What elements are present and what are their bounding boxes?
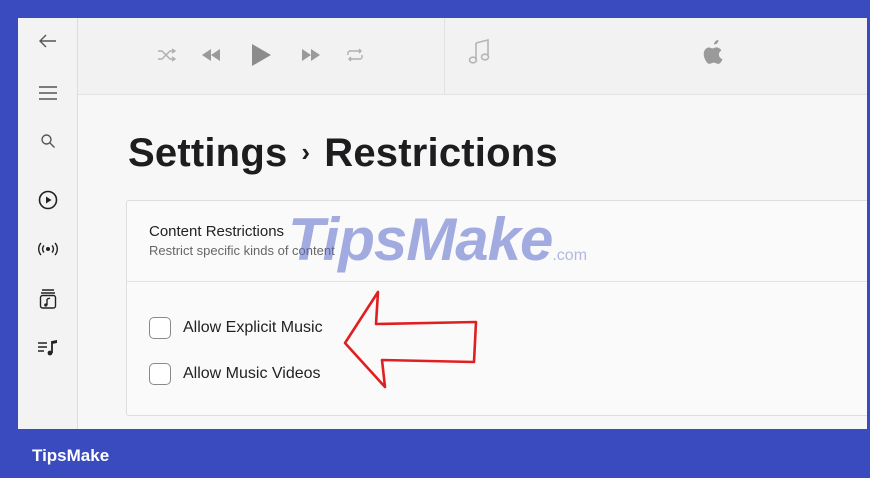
annotation-arrow (343, 290, 478, 389)
footer-brand: TipsMake (32, 446, 110, 465)
annotation-arrow-shape (343, 290, 478, 389)
